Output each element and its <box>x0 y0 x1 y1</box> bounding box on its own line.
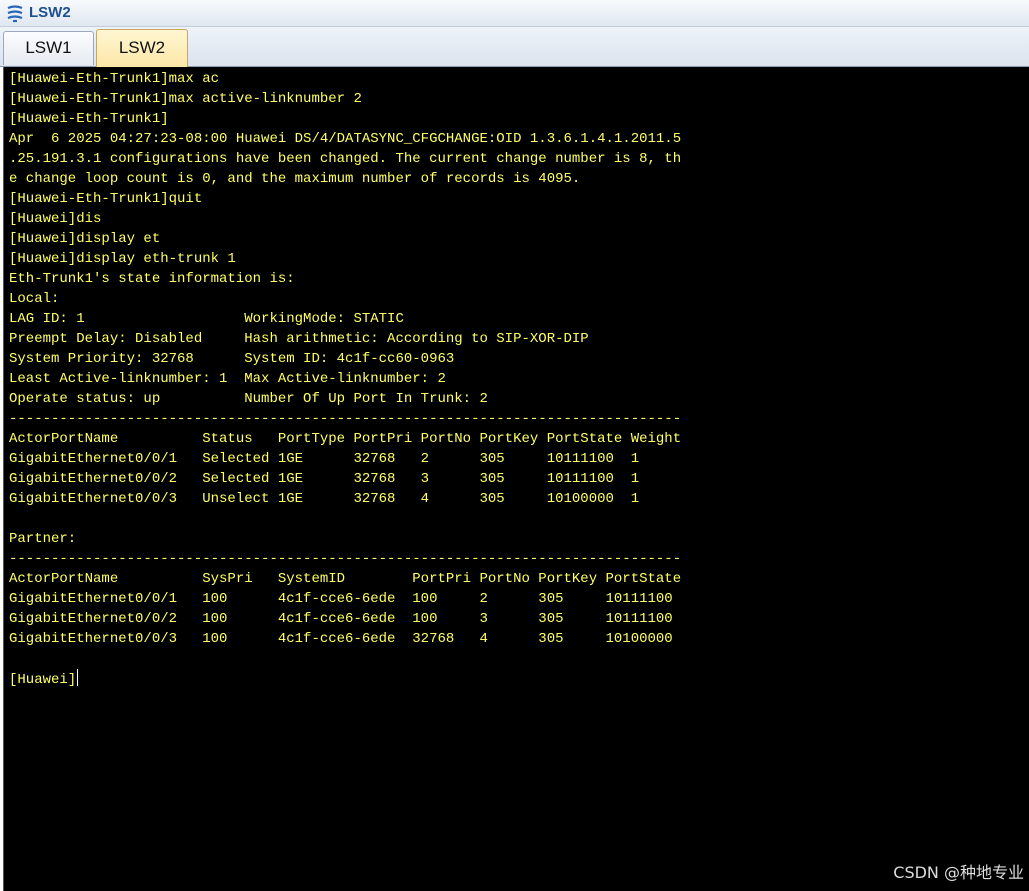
terminal-line: GigabitEthernet0/0/1 Selected 1GE 32768 … <box>9 451 640 467</box>
terminal-line: Apr 6 2025 04:27:23-08:00 Huawei DS/4/DA… <box>9 131 682 147</box>
terminal-prompt-line[interactable]: [Huawei] <box>9 669 681 689</box>
terminal-line: Least Active-linknumber: 1 Max Active-li… <box>9 371 446 387</box>
watermark: CSDN @种地专业 <box>893 863 1024 882</box>
terminal-line: GigabitEthernet0/0/1 100 4c1f-cce6-6ede … <box>9 591 673 607</box>
terminal-line: LAG ID: 1 WorkingMode: STATIC <box>9 311 404 327</box>
network-device-icon <box>7 5 23 23</box>
terminal-line: [Huawei]display et <box>9 231 161 247</box>
terminal-line: .25.191.3.1 configurations have been cha… <box>9 151 682 167</box>
tab-lsw1[interactable]: LSW1 <box>3 31 94 65</box>
terminal-console[interactable]: [Huawei-Eth-Trunk1]max ac [Huawei-Eth-Tr… <box>3 67 1029 891</box>
terminal-line: GigabitEthernet0/0/3 Unselect 1GE 32768 … <box>9 491 640 507</box>
text-cursor <box>77 669 79 686</box>
terminal-line: ActorPortName Status PortType PortPri Po… <box>9 431 682 447</box>
terminal-line: [Huawei-Eth-Trunk1]quit <box>9 191 203 207</box>
terminal-output: [Huawei-Eth-Trunk1]max ac [Huawei-Eth-Tr… <box>9 69 681 689</box>
terminal-line: System Priority: 32768 System ID: 4c1f-c… <box>9 351 455 367</box>
terminal-line: Eth-Trunk1's state information is: <box>9 271 295 287</box>
terminal-line: ----------------------------------------… <box>9 551 682 567</box>
terminal-line: [Huawei]display eth-trunk 1 <box>9 251 236 267</box>
terminal-line: Partner: <box>9 531 77 547</box>
terminal-line: e change loop count is 0, and the maximu… <box>9 171 581 187</box>
terminal-line: ActorPortName SysPri SystemID PortPri Po… <box>9 571 682 587</box>
terminal-line: [Huawei]dis <box>9 211 102 227</box>
terminal-prompt: [Huawei] <box>9 672 77 688</box>
terminal-line: [Huawei-Eth-Trunk1]max active-linknumber… <box>9 91 362 107</box>
terminal-line: Local: <box>9 291 60 307</box>
tab-strip: LSW1 LSW2 <box>0 27 1029 67</box>
terminal-line: Operate status: up Number Of Up Port In … <box>9 391 488 407</box>
terminal-line: [Huawei-Eth-Trunk1] <box>9 111 169 127</box>
terminal-line: GigabitEthernet0/0/2 100 4c1f-cce6-6ede … <box>9 611 673 627</box>
terminal-line: Preempt Delay: Disabled Hash arithmetic:… <box>9 331 589 347</box>
window-title: LSW2 <box>29 4 71 21</box>
terminal-line: GigabitEthernet0/0/2 Selected 1GE 32768 … <box>9 471 640 487</box>
title-bar: LSW2 <box>0 0 1029 27</box>
tab-lsw2[interactable]: LSW2 <box>96 29 188 67</box>
terminal-line: [Huawei-Eth-Trunk1]max ac <box>9 71 220 87</box>
terminal-line: ----------------------------------------… <box>9 411 682 427</box>
terminal-line: GigabitEthernet0/0/3 100 4c1f-cce6-6ede … <box>9 631 673 647</box>
